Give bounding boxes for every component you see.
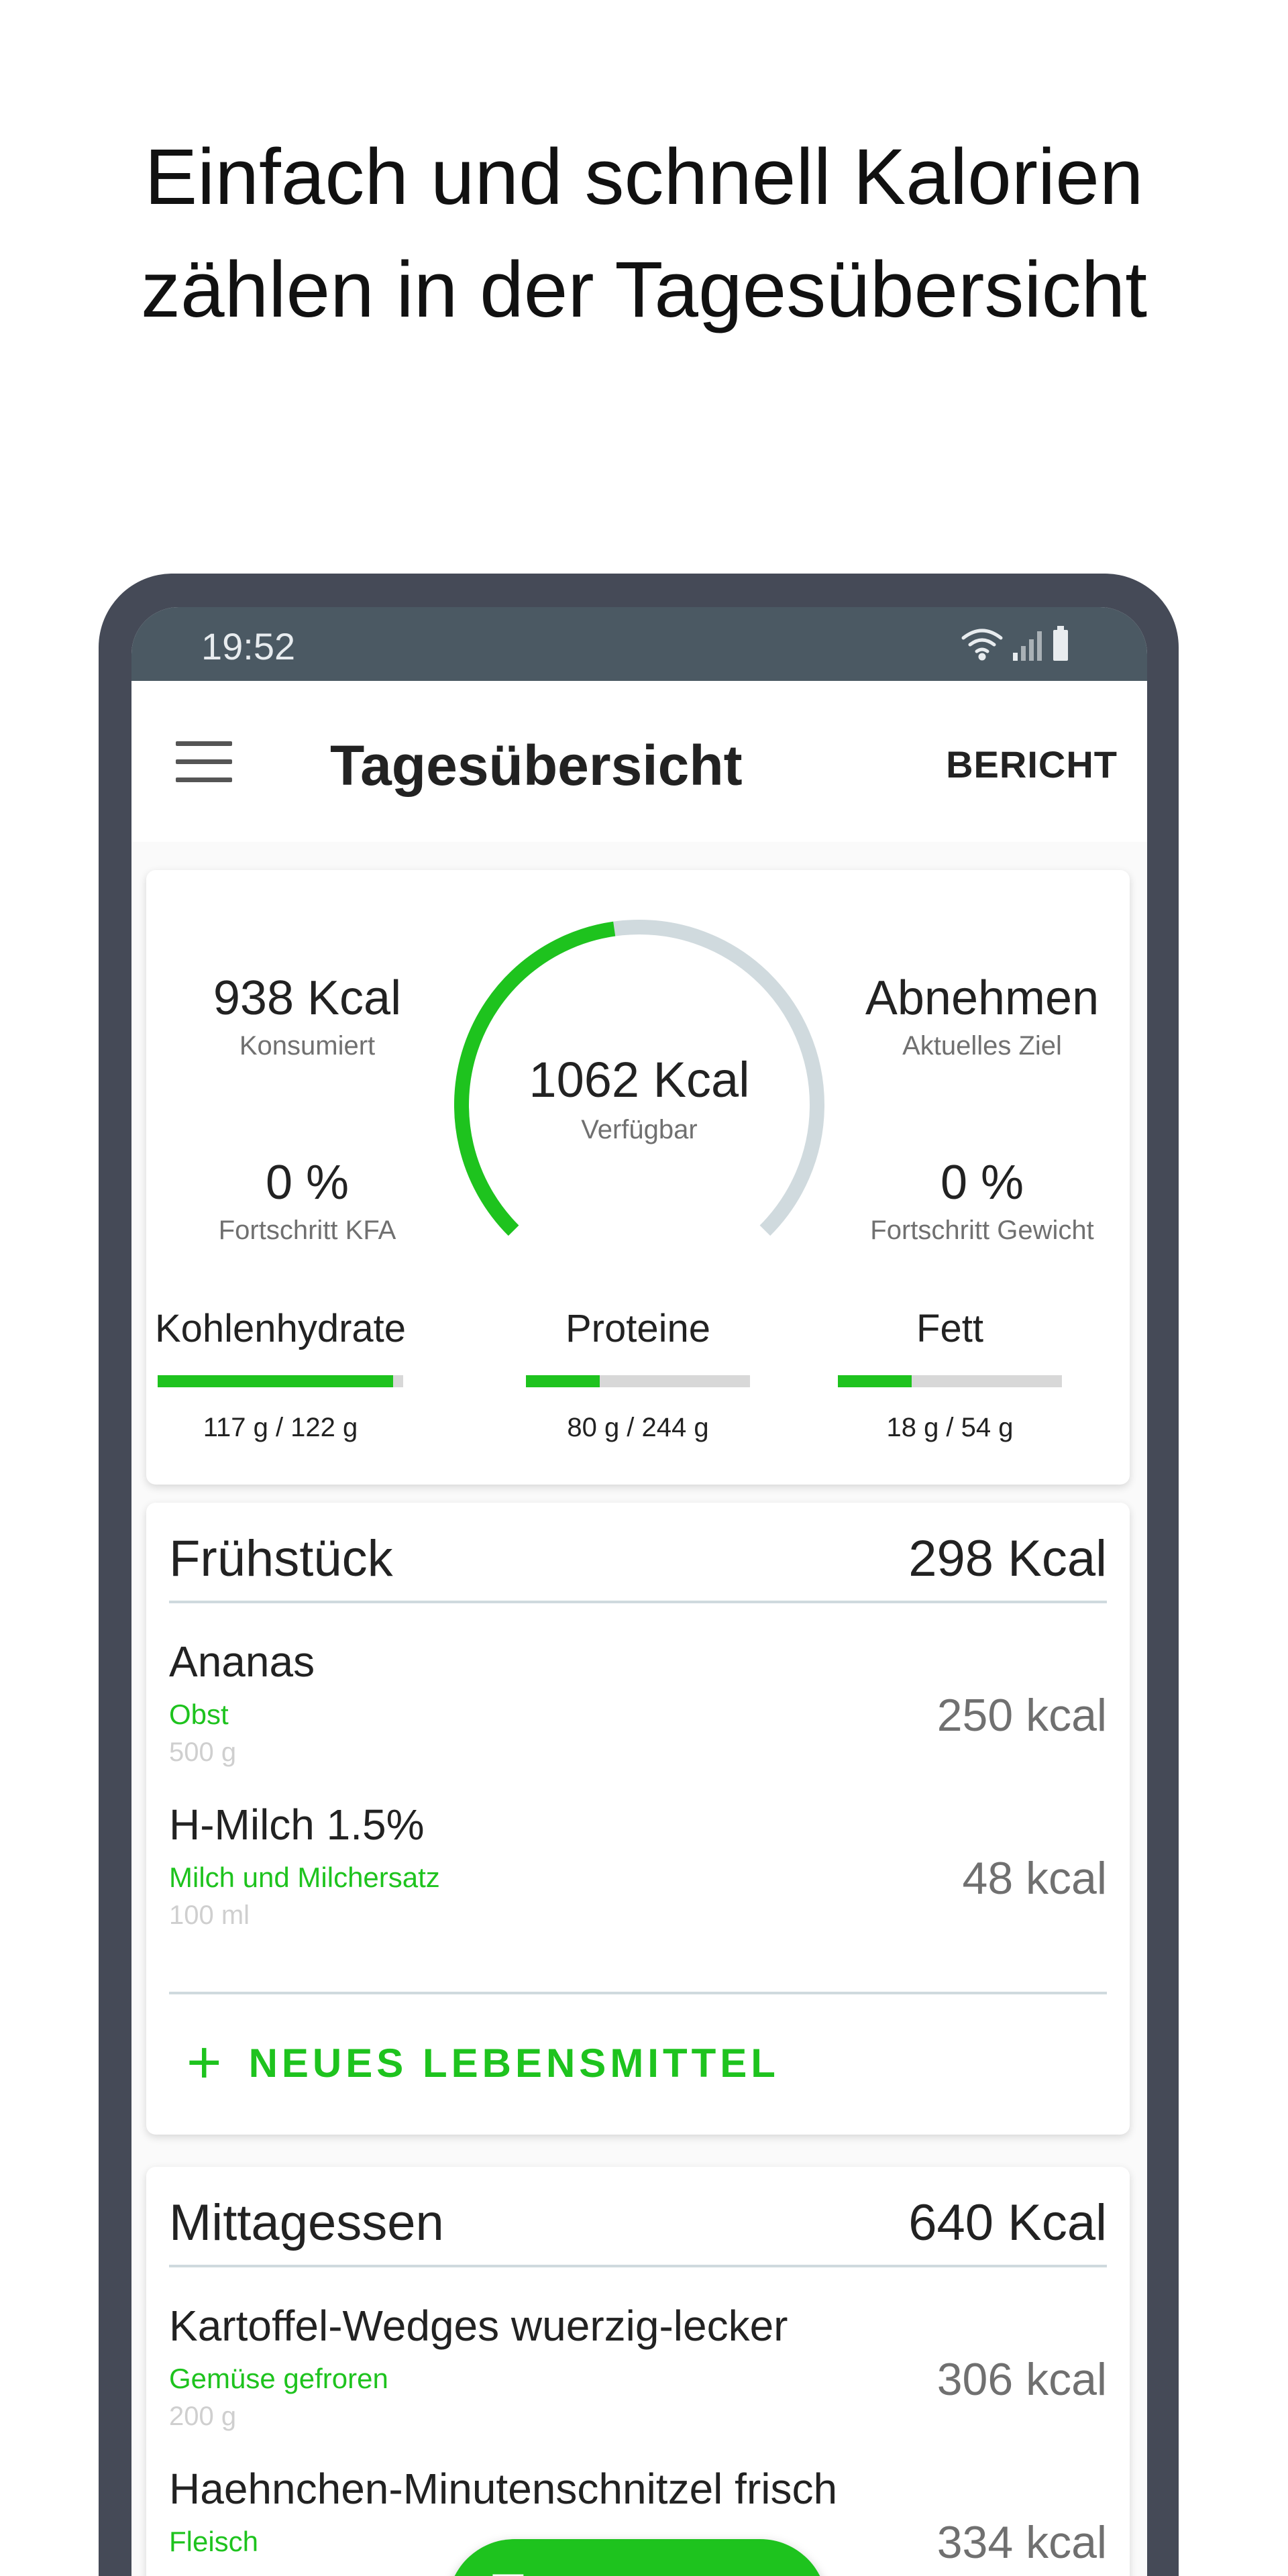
food-amount: 100 ml (169, 1900, 250, 1930)
macro-progress-fill (526, 1375, 600, 1387)
food-category: Obst (169, 1699, 229, 1730)
report-button[interactable]: BERICHT (946, 743, 1118, 786)
meal-card-lunch: Mittagessen 640 Kcal Kartoffel-Wedges wu… (146, 2167, 1130, 2576)
food-category: Fleisch (169, 2526, 259, 2557)
kfa-label: Fortschritt KFA (218, 1216, 396, 1245)
meal-kcal: 298 Kcal (908, 1530, 1107, 1587)
signal-icon (1013, 631, 1042, 661)
macro-progress-fill (838, 1375, 912, 1387)
food-kcal: 250 kcal (936, 1690, 1107, 1741)
consumed-label: Konsumiert (239, 1031, 376, 1061)
add-food-label: NEUES LEBENSMITTEL (248, 2040, 780, 2086)
macro-progress-bar (838, 1375, 1062, 1387)
macro-fat: Fett 18 g / 54 g (816, 1306, 1084, 1443)
menu-icon[interactable] (176, 741, 232, 783)
promo-headline: Einfach und schnell Kalorien zählen in d… (0, 121, 1288, 346)
weight-stat: 0 % Fortschritt Gewicht (848, 1155, 1116, 1246)
food-name: H-Milch 1.5% (169, 1801, 425, 1849)
macro-protein: Proteine 80 g / 244 g (504, 1306, 772, 1443)
meal-header[interactable]: Frühstück 298 Kcal (169, 1529, 1107, 1603)
food-kcal: 334 kcal (936, 2517, 1107, 2568)
app-bar: Tagesübersicht BERICHT (131, 681, 1147, 842)
weight-value: 0 % (940, 1156, 1024, 1210)
food-amount: 200 g (169, 2402, 237, 2431)
weight-label: Fortschritt Gewicht (870, 1216, 1094, 1245)
promo-line-2: zählen in der Tagesübersicht (140, 246, 1147, 334)
kfa-stat: 0 % Fortschritt KFA (173, 1155, 441, 1246)
promo-line-1: Einfach und schnell Kalorien (144, 133, 1144, 221)
macro-amount: 117 g / 122 g (203, 1413, 358, 1442)
meal-name: Frühstück (169, 1530, 393, 1587)
calendar-icon: ▦ (489, 2563, 527, 2576)
food-kcal: 306 kcal (936, 2354, 1107, 2405)
app-screen: 19:52 Tagesübersicht BERICHT 938 Kcal Ko… (131, 607, 1147, 2576)
food-kcal: 48 kcal (962, 1853, 1107, 1904)
food-category: Gemüse gefroren (169, 2363, 388, 2394)
macro-name: Kohlenhydrate (154, 1307, 407, 1350)
available-label: Verfügbar (581, 1115, 698, 1144)
macro-progress-bar (526, 1375, 750, 1387)
status-bar: 19:52 (131, 607, 1147, 681)
page-title: Tagesübersicht (330, 734, 743, 797)
calendar-fab[interactable]: ▦ (447, 2539, 827, 2576)
macro-carbs: Kohlenhydrate 117 g / 122 g (146, 1306, 415, 1443)
consumed-value: 938 Kcal (213, 971, 402, 1025)
plus-icon: + (186, 2029, 222, 2096)
available-value: 1062 Kcal (529, 1052, 750, 1108)
meal-kcal: 640 Kcal (908, 2194, 1107, 2251)
food-item[interactable]: Kartoffel-Wedges wuerzig-lecker Gemüse g… (169, 2301, 1107, 2455)
battery-icon (1053, 626, 1068, 661)
macro-amount: 80 g / 244 g (567, 1413, 709, 1442)
divider (169, 1992, 1107, 1994)
meal-name: Mittagessen (169, 2194, 444, 2251)
goal-label: Aktuelles Ziel (902, 1031, 1062, 1061)
meal-header[interactable]: Mittagessen 640 Kcal (169, 2194, 1107, 2267)
food-amount: 500 g (169, 1737, 237, 1767)
goal-value: Abnehmen (865, 971, 1099, 1025)
kfa-value: 0 % (265, 1156, 350, 1210)
meal-card-breakfast: Frühstück 298 Kcal Ananas Obst 500 g 250… (146, 1503, 1130, 2135)
macro-amount: 18 g / 54 g (886, 1413, 1014, 1442)
food-name: Haehnchen-Minutenschnitzel frisch (169, 2465, 838, 2513)
add-food-button[interactable]: + NEUES LEBENSMITTEL (186, 2023, 780, 2103)
status-icons (961, 626, 1068, 661)
goal-stat: Abnehmen Aktuelles Ziel (848, 971, 1116, 1061)
food-item[interactable]: Ananas Obst 500 g 250 kcal (169, 1637, 1107, 1791)
macro-name: Fett (916, 1307, 983, 1350)
food-name: Kartoffel-Wedges wuerzig-lecker (169, 2302, 788, 2350)
food-item[interactable]: H-Milch 1.5% Milch und Milchersatz 100 m… (169, 1800, 1107, 1954)
food-category: Milch und Milchersatz (169, 1862, 440, 1893)
status-time: 19:52 (201, 625, 296, 667)
consumed-stat: 938 Kcal Konsumiert (173, 971, 441, 1061)
macro-name: Proteine (565, 1307, 711, 1350)
macro-progress-bar (158, 1375, 403, 1387)
wifi-icon (961, 629, 1003, 661)
food-name: Ananas (169, 1638, 315, 1686)
macro-progress-fill (158, 1375, 394, 1387)
summary-card: 938 Kcal Konsumiert Abnehmen Aktuelles Z… (146, 870, 1130, 1485)
